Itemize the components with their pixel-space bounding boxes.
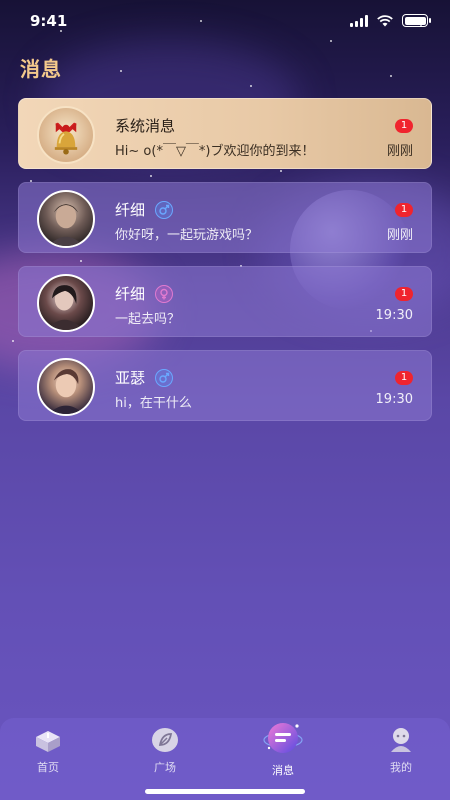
message-item[interactable]: 纤细 你好呀，一起玩游戏吗？ 1 刚刚 xyxy=(18,182,432,253)
message-item[interactable]: 纤细 一起去吗？ 1 19:30 xyxy=(18,266,432,337)
unread-badge: 1 xyxy=(395,119,413,133)
message-preview: 你好呀，一起玩游戏吗？ xyxy=(115,228,259,243)
message-preview: 一起去吗？ xyxy=(115,312,181,327)
tab-profile[interactable]: 我的 xyxy=(345,718,450,788)
status-bar: 9:41 xyxy=(0,0,450,44)
avatar[interactable] xyxy=(37,358,95,416)
message-time: 19:30 xyxy=(375,308,413,323)
tab-home[interactable]: 首页 xyxy=(0,718,104,788)
tab-label: 广场 xyxy=(154,761,176,774)
message-item-system[interactable]: 系统消息 Hi~ o(*￣▽￣*)ブ欢迎你的到来！ 1 刚刚 xyxy=(18,98,432,169)
tab-label: 首页 xyxy=(37,761,59,774)
profile-icon xyxy=(386,725,416,755)
page-title: 消息 xyxy=(20,57,62,81)
message-time: 刚刚 xyxy=(386,144,413,159)
message-time: 刚刚 xyxy=(386,228,413,243)
message-sender-name: 系统消息 xyxy=(115,117,176,135)
message-sender-name: 亚瑟 xyxy=(115,369,146,387)
message-time: 19:30 xyxy=(375,392,413,407)
message-preview: hi，在干什么 xyxy=(115,396,192,411)
avatar[interactable] xyxy=(37,190,95,248)
message-sender-name: 纤细 xyxy=(115,285,146,303)
tab-plaza[interactable]: 广场 xyxy=(109,718,221,788)
message-list: 系统消息 Hi~ o(*￣▽￣*)ブ欢迎你的到来！ 1 刚刚 纤细 你好呀，一起… xyxy=(18,98,432,434)
plaza-leaf-icon xyxy=(150,725,180,755)
wifi-icon xyxy=(377,15,393,27)
male-icon xyxy=(155,368,174,387)
message-item[interactable]: 亚瑟 hi，在干什么 1 19:30 xyxy=(18,350,432,421)
female-icon xyxy=(155,284,174,303)
male-icon xyxy=(155,200,174,219)
tab-label: 消息 xyxy=(272,764,294,777)
message-chat-icon xyxy=(261,718,305,758)
bell-icon xyxy=(37,106,95,164)
status-time: 9:41 xyxy=(30,12,68,30)
bottom-tab-bar: 首页 广场 消息 我的 xyxy=(0,718,450,800)
avatar[interactable] xyxy=(37,274,95,332)
tab-messages[interactable]: 消息 xyxy=(227,718,339,788)
tab-label: 我的 xyxy=(390,761,412,774)
message-preview: Hi~ o(*￣▽￣*)ブ欢迎你的到来！ xyxy=(115,144,315,159)
unread-badge: 1 xyxy=(395,287,413,301)
home-box-icon xyxy=(33,725,63,755)
unread-badge: 1 xyxy=(395,371,413,385)
unread-badge: 1 xyxy=(395,203,413,217)
battery-icon xyxy=(402,14,431,27)
message-sender-name: 纤细 xyxy=(115,201,146,219)
home-indicator[interactable] xyxy=(145,789,305,794)
cellular-signal-icon xyxy=(350,14,368,27)
